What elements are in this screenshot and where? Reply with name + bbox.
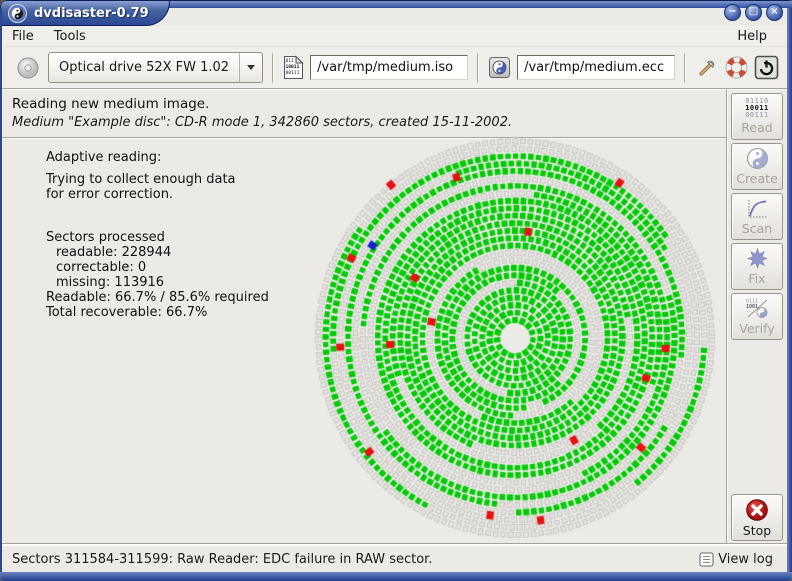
toolbar-separator [684,53,686,83]
drive-select-value: Optical drive 52X FW 1.02 [49,53,239,82]
adaptive-reading-desc1: Trying to collect enough data [46,172,326,187]
sidebar: 011101001100111 Read Create Scan [726,89,787,543]
toolbar-separator [477,53,479,83]
window-right-border [787,8,792,572]
stop-button-label: Stop [743,523,771,538]
maximize-button[interactable]: □ [745,4,762,21]
disc-sector-spiral [307,133,723,543]
quit-power-icon[interactable] [754,55,779,80]
ecc-file-icon [488,56,511,79]
minimize-button[interactable]: − [724,4,741,21]
dvdisaster-window: dvdisaster-0.79 − □ × File Tools Help Op… [0,0,792,581]
menu-file[interactable]: File [12,29,34,44]
adaptive-reading-title: Adaptive reading: [46,150,326,165]
curve-scan-icon [745,198,770,220]
readable-percentage: Readable: 66.7% / 85.6% required [46,290,326,305]
iso-image-icon: 011 10011 00111 [283,55,304,80]
verify-button-label: Verify [739,321,774,336]
status-header-line1: Reading new medium image. [12,96,777,112]
status-header: Reading new medium image. Medium "Exampl… [2,89,787,138]
status-header-line2: Medium "Example disc": CD-R mode 1, 3428… [12,115,777,130]
window-bottom-border [0,572,792,581]
sectors-missing: missing: 113916 [46,275,326,290]
svg-text:10011: 10011 [286,64,300,70]
toolbar: Optical drive 52X FW 1.02 011 10011 0011… [2,47,787,89]
app-logo-yinyang-icon [8,4,27,23]
toolbar-separator [272,53,274,83]
statusbar: Sectors 311584-311599: Raw Reader: EDC f… [2,545,787,572]
window-title: dvdisaster-0.79 [34,6,149,21]
window-controls: − □ × [724,4,783,21]
drive-select-dropdown[interactable]: Optical drive 52X FW 1.02 [48,52,263,83]
create-button-label: Create [736,171,778,186]
adaptive-reading-desc2: for error correction. [46,187,326,202]
stop-x-icon [745,498,769,522]
total-recoverable: Total recoverable: 66.7% [46,305,326,320]
splat-fix-icon [746,247,769,270]
binary-read-icon: 011101001100111 [745,98,769,119]
create-button[interactable]: Create [731,143,783,190]
fix-button[interactable]: Fix [731,243,783,290]
fix-button-label: Fix [748,271,765,286]
chevron-down-icon [239,53,262,82]
read-button[interactable]: 011101001100111 Read [731,93,783,140]
read-button-label: Read [741,120,772,135]
verify-button[interactable]: 0111 1001 Verify [731,293,783,340]
scan-button-label: Scan [742,221,772,236]
statusbar-message: Sectors 311584-311599: Raw Reader: EDC f… [12,552,432,567]
sectors-readable: readable: 228944 [46,245,326,260]
adaptive-reading-panel: Adaptive reading: Trying to collect enou… [46,150,326,320]
svg-text:011: 011 [286,58,295,64]
preferences-wrench-icon[interactable] [695,56,719,80]
yinyang-create-icon [746,147,769,170]
stop-button[interactable]: Stop [731,494,783,541]
sectors-correctable: correctable: 0 [46,260,326,275]
svg-text:00111: 00111 [286,70,300,76]
menu-tools[interactable]: Tools [54,29,86,44]
cd-drive-icon [16,56,40,80]
binary-verify-icon: 0111 1001 [745,297,770,320]
view-log-button[interactable]: View log [695,550,777,569]
help-lifebelt-icon[interactable] [725,56,748,79]
ecc-file-input[interactable] [517,55,675,80]
menubar: File Tools Help [2,26,787,47]
menu-help[interactable]: Help [737,29,767,44]
titlebar[interactable]: dvdisaster-0.79 [0,0,170,26]
view-log-label: View log [718,552,773,567]
log-list-icon [699,552,714,567]
scan-button[interactable]: Scan [731,193,783,240]
sectors-processed-title: Sectors processed [46,230,326,245]
iso-file-input[interactable] [310,55,468,80]
disc-visualization-area [307,133,723,547]
close-button[interactable]: × [766,4,783,21]
